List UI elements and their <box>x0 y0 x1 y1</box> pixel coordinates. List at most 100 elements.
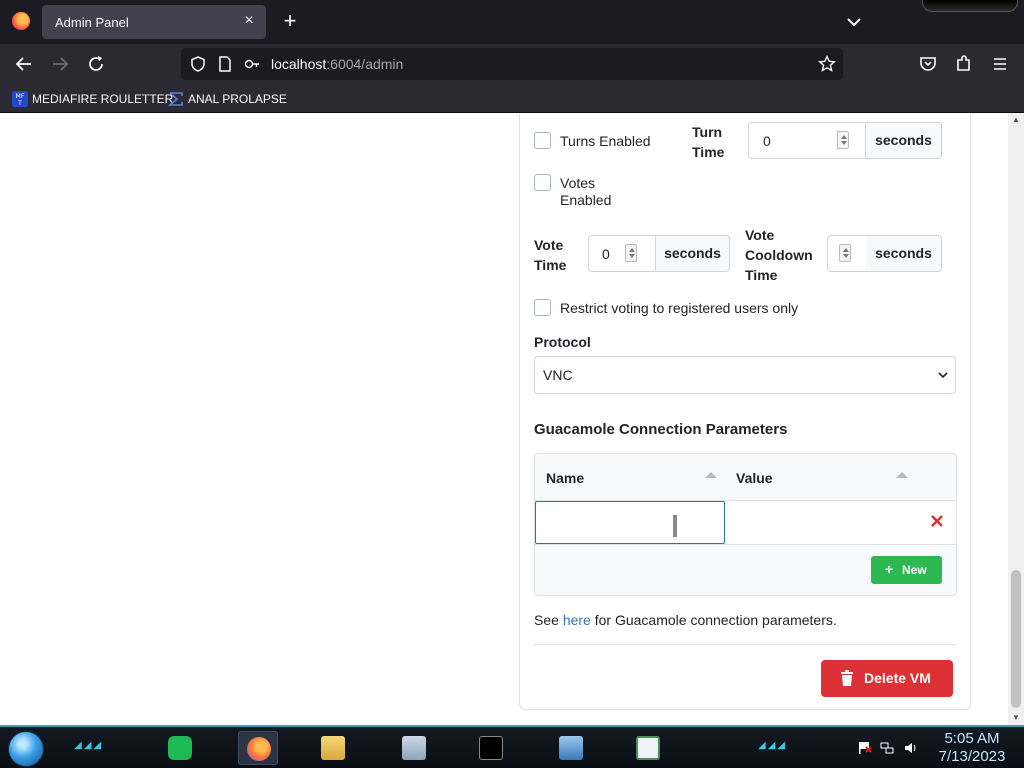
votes-enabled-label: Votes Enabled <box>560 175 612 208</box>
application-window-icon <box>636 736 660 760</box>
vote-cooldown-unit: seconds <box>866 235 942 272</box>
window-decoration <box>922 0 1018 12</box>
sort-icon[interactable] <box>705 472 717 478</box>
divider <box>534 644 956 645</box>
extensions-icon[interactable] <box>954 54 974 74</box>
spinner-icon[interactable] <box>839 244 851 262</box>
svg-text:T: T <box>17 100 22 107</box>
taskbar-app-spotify[interactable] <box>160 731 200 765</box>
tab-title: Admin Panel <box>55 15 129 30</box>
taskbar-app-window[interactable] <box>628 731 668 765</box>
guacamole-params-table: Name Value + New <box>534 453 957 596</box>
bookmark-star-icon[interactable] <box>818 55 836 73</box>
guacamole-section-title: Guacamole Connection Parameters <box>534 421 788 438</box>
vote-time-unit: seconds <box>656 235 730 272</box>
chevron-down-icon[interactable] <box>845 13 863 31</box>
spotify-icon <box>168 736 192 760</box>
turn-time-label: Turn Time <box>692 124 725 160</box>
back-arrow-icon[interactable] <box>14 54 34 74</box>
spinner-icon[interactable] <box>625 244 637 262</box>
close-tab-icon[interactable]: × <box>240 12 258 30</box>
taskbar-decoration: ◢◢◢ <box>758 740 788 751</box>
network-computer-icon <box>559 736 583 760</box>
chevron-down-icon <box>938 372 948 379</box>
pocket-icon[interactable] <box>918 54 938 74</box>
taskbar-app-taskmanager[interactable] <box>394 731 434 765</box>
delete-vm-button[interactable]: Delete VM <box>821 660 953 697</box>
trash-icon <box>841 670 853 686</box>
table-row <box>535 501 956 545</box>
taskbar-decoration: ◢◢◢ <box>74 740 104 751</box>
new-tab-button[interactable]: + <box>280 10 300 32</box>
column-header-value[interactable]: Value <box>736 470 773 486</box>
plus-icon: + <box>885 561 894 577</box>
sort-icon[interactable] <box>896 472 908 478</box>
command-prompt-icon <box>479 736 503 760</box>
note-prefix: See <box>534 612 563 628</box>
reload-icon[interactable] <box>86 54 106 74</box>
os-taskbar: ◢◢◢ ◢◢◢ 5:05 AM 7/13/2023 <box>0 725 1024 768</box>
vote-time-input[interactable]: 0 <box>588 235 656 272</box>
firefox-icon <box>247 737 271 761</box>
volume-icon[interactable] <box>904 741 918 755</box>
forward-arrow-icon[interactable] <box>50 54 70 74</box>
taskbar-app-cmd[interactable] <box>471 731 511 765</box>
clock-date: 7/13/2023 <box>938 748 1006 765</box>
param-name-input[interactable] <box>535 501 725 544</box>
navigation-toolbar: localhost:6004/admin <box>0 44 1024 84</box>
restrict-voting-checkbox[interactable] <box>534 299 551 316</box>
bookmark-mediafire[interactable]: MF T MEDIAFIRE ROULETTER <box>12 90 173 108</box>
column-header-name[interactable]: Name <box>546 470 584 486</box>
shield-icon[interactable] <box>189 55 207 73</box>
network-icon[interactable] <box>880 741 894 755</box>
firefox-icon[interactable] <box>12 12 30 30</box>
turn-time-input[interactable]: 0 <box>748 122 866 159</box>
spinner-icon[interactable] <box>837 131 849 149</box>
tab-admin-panel[interactable]: Admin Panel × <box>42 5 266 39</box>
turn-time-unit: seconds <box>866 122 942 159</box>
page-icon[interactable] <box>216 55 234 73</box>
new-button-label: New <box>902 563 927 577</box>
protocol-label: Protocol <box>534 334 591 350</box>
scrollbar-thumb[interactable] <box>1011 570 1021 708</box>
taskbar-clock[interactable]: 5:05 AM 7/13/2023 <box>934 730 1010 766</box>
guacamole-docs-link[interactable]: here <box>563 612 591 628</box>
new-parameter-button[interactable]: + New <box>871 556 942 584</box>
url-host: localhost <box>271 56 327 72</box>
turns-enabled-checkbox[interactable] <box>534 132 551 149</box>
bookmark-prolapse[interactable]: ANAL PROLAPSE <box>168 90 287 108</box>
table-header: Name Value <box>535 454 956 501</box>
taskbar-app-network[interactable] <box>551 731 591 765</box>
vote-time-value: 0 <box>602 246 610 262</box>
key-icon[interactable] <box>243 55 261 73</box>
bookmark-label: ANAL PROLAPSE <box>188 92 287 106</box>
scroll-up-icon[interactable]: ▲ <box>1011 115 1021 125</box>
task-manager-icon <box>402 736 426 760</box>
address-bar[interactable]: localhost:6004/admin <box>181 48 843 80</box>
vote-cooldown-input[interactable] <box>827 235 867 272</box>
turns-enabled-label: Turns Enabled <box>560 133 651 149</box>
delete-row-icon[interactable] <box>928 512 946 530</box>
url-text[interactable]: localhost:6004/admin <box>271 56 403 72</box>
svg-text:MF: MF <box>16 93 25 100</box>
protocol-select[interactable]: VNC <box>534 356 956 394</box>
vote-cooldown-label: Vote Cooldown Time <box>745 227 813 283</box>
scroll-down-icon[interactable]: ▼ <box>1011 713 1021 723</box>
page-scrollbar[interactable]: ▲ ▼ <box>1008 113 1024 725</box>
folder-icon <box>321 736 345 760</box>
clock-time: 5:05 AM <box>944 730 1000 747</box>
bookmark-label: MEDIAFIRE ROULETTER <box>32 92 174 106</box>
guacamole-help-note: See here for Guacamole connection parame… <box>534 612 837 628</box>
action-center-flag-icon[interactable] <box>858 741 872 755</box>
menu-icon[interactable] <box>990 54 1010 74</box>
url-path: :6004/admin <box>326 56 404 72</box>
start-button[interactable] <box>8 731 44 767</box>
note-suffix: for Guacamole connection parameters. <box>590 612 837 628</box>
restrict-voting-label: Restrict voting to registered users only <box>560 300 799 316</box>
taskbar-app-explorer[interactable] <box>313 731 353 765</box>
sigma-favicon-icon <box>168 92 183 106</box>
taskbar-app-firefox[interactable] <box>238 731 278 765</box>
votes-enabled-checkbox[interactable] <box>534 174 551 191</box>
bookmarks-toolbar: MF T MEDIAFIRE ROULETTER ANAL PROLAPSE <box>0 84 1024 113</box>
vote-time-label: Vote Time <box>534 237 567 273</box>
